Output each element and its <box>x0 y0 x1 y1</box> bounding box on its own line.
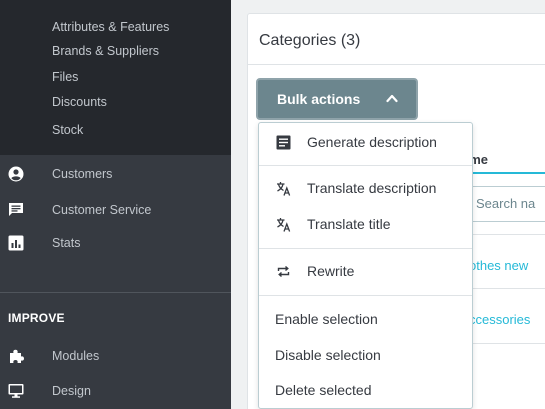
sidebar-item-label: Customer Service <box>52 203 152 217</box>
bulk-actions-label: Bulk actions <box>277 91 361 107</box>
submenu-item-discounts[interactable]: Discounts <box>52 95 107 109</box>
table-row-link[interactable]: ccessories <box>469 312 530 327</box>
menu-item-disable-selection[interactable]: Disable selection <box>259 341 472 371</box>
menu-item-label: Translate description <box>307 180 437 196</box>
sidebar-divider <box>0 292 231 293</box>
menu-item-label: Delete selected <box>275 382 372 398</box>
desktop-icon <box>8 384 24 398</box>
sidebar-item-customers[interactable]: Customers <box>0 161 231 187</box>
page-title: Categories (3) <box>259 32 361 49</box>
translate-icon <box>277 182 291 196</box>
sidebar-item-modules[interactable]: Modules <box>0 343 231 369</box>
menu-item-label: Enable selection <box>275 311 378 327</box>
chevron-up-icon <box>386 94 398 103</box>
menu-item-label: Rewrite <box>307 263 355 279</box>
menu-separator <box>259 248 472 249</box>
panel-header: Categories (3) <box>248 14 545 65</box>
repeat-icon <box>277 265 290 278</box>
sidebar-item-label: Customers <box>52 167 113 181</box>
sidebar-item-label: Stats <box>52 236 81 250</box>
submenu-item-stock[interactable]: Stock <box>52 123 83 137</box>
sidebar-item-label: Design <box>52 384 91 398</box>
article-icon <box>276 135 291 150</box>
bulk-actions-menu: Generate description Translate descripti… <box>258 122 473 409</box>
catalog-submenu: Attributes & Features Brands & Suppliers… <box>0 0 231 155</box>
menu-item-translate-title[interactable]: Translate title <box>259 210 472 240</box>
submenu-item-files[interactable]: Files <box>52 70 78 84</box>
translate-icon <box>277 218 291 232</box>
puzzle-icon <box>10 349 24 363</box>
menu-separator <box>259 295 472 296</box>
menu-item-delete-selected[interactable]: Delete selected <box>259 376 472 406</box>
table-row-link[interactable]: othes new <box>469 258 528 273</box>
menu-item-generate-description[interactable]: Generate description <box>259 128 472 158</box>
bar-chart-icon <box>8 235 24 251</box>
menu-separator <box>259 165 472 166</box>
sidebar-item-stats[interactable]: Stats <box>0 230 231 256</box>
menu-item-enable-selection[interactable]: Enable selection <box>259 305 472 335</box>
sidebar-item-label: Modules <box>52 349 100 363</box>
submenu-item-attributes[interactable]: Attributes & Features <box>52 20 169 34</box>
sidebar-section-title: IMPROVE <box>8 311 65 325</box>
menu-item-label: Disable selection <box>275 347 381 363</box>
menu-item-label: Translate title <box>307 216 391 232</box>
bulk-actions-button[interactable]: Bulk actions <box>256 78 418 120</box>
submenu-item-brands[interactable]: Brands & Suppliers <box>52 44 159 58</box>
menu-item-translate-description[interactable]: Translate description <box>259 174 472 204</box>
sidebar: Attributes & Features Brands & Suppliers… <box>0 0 231 409</box>
sidebar-item-customer-service[interactable]: Customer Service <box>0 197 231 223</box>
sidebar-item-design[interactable]: Design <box>0 378 231 404</box>
chat-icon <box>9 203 23 216</box>
menu-item-label: Generate description <box>307 134 437 150</box>
name-search-placeholder: Search na <box>476 196 536 211</box>
menu-item-rewrite[interactable]: Rewrite <box>259 257 472 287</box>
account-circle-icon <box>8 166 24 182</box>
